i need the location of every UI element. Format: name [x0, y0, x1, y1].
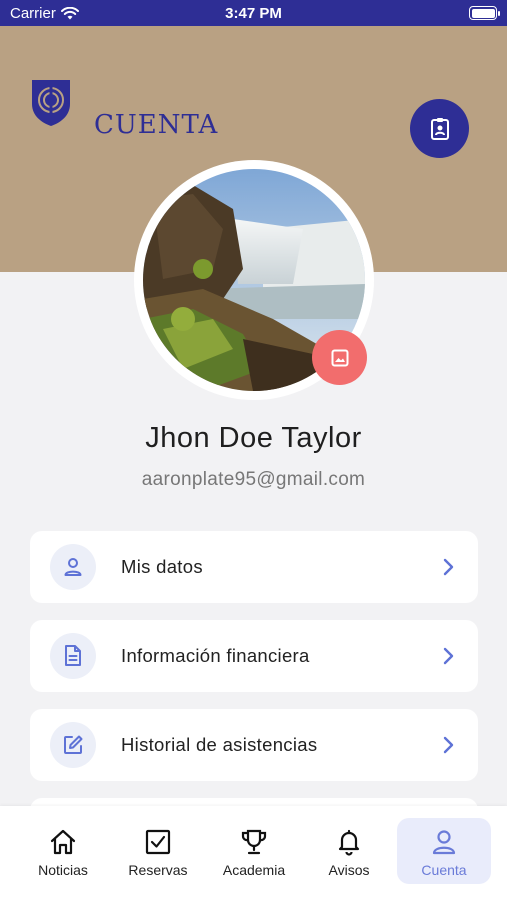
image-icon: [331, 349, 348, 366]
tab-label: Noticias: [38, 862, 88, 878]
tab-noticias[interactable]: Noticias: [16, 818, 110, 884]
user-email: aaronplate95@gmail.com: [141, 469, 366, 490]
home-icon: [50, 829, 76, 855]
club-logo: [32, 80, 70, 126]
tab-label: Academia: [222, 862, 286, 878]
tab-bar: Noticias Reservas Academia Avisos Cuenta: [0, 806, 507, 900]
tab-academia[interactable]: Academia: [207, 818, 301, 884]
menu-item-historial-asistencias[interactable]: Historial de asistencias: [30, 709, 478, 781]
edit-icon: [50, 722, 96, 768]
battery-icon: [469, 6, 500, 20]
page-title: CUENTA: [94, 110, 219, 140]
menu-item-informacion-financiera[interactable]: Información financiera: [30, 620, 478, 692]
checkbox-icon: [145, 829, 171, 855]
menu-item-mis-datos[interactable]: Mis datos: [30, 531, 478, 603]
tab-avisos[interactable]: Avisos: [302, 818, 396, 884]
change-photo-button[interactable]: [312, 330, 367, 385]
tab-label: Cuenta: [421, 862, 467, 878]
person-icon: [50, 544, 96, 590]
user-icon: [432, 830, 456, 855]
bell-icon: [338, 829, 360, 856]
menu-item-label: Mis datos: [121, 556, 203, 577]
tab-label: Reservas: [128, 862, 188, 878]
chevron-right-icon: [442, 647, 454, 665]
document-icon: [50, 633, 96, 679]
menu-item-label: Historial de asistencias: [121, 734, 318, 755]
status-bar: Carrier 3:47 PM: [0, 0, 507, 26]
user-name: Jhon Doe Taylor: [145, 422, 362, 454]
trophy-icon: [241, 829, 267, 855]
tab-reservas[interactable]: Reservas: [111, 818, 205, 884]
status-time: 3:47 PM: [225, 5, 282, 22]
tab-cuenta[interactable]: Cuenta: [397, 818, 491, 884]
chevron-right-icon: [442, 558, 454, 576]
menu-item-label: Información financiera: [121, 645, 310, 666]
chevron-right-icon: [442, 736, 454, 754]
tab-label: Avisos: [328, 862, 370, 878]
id-badge-icon: [430, 117, 449, 140]
id-card-button[interactable]: [410, 99, 469, 158]
